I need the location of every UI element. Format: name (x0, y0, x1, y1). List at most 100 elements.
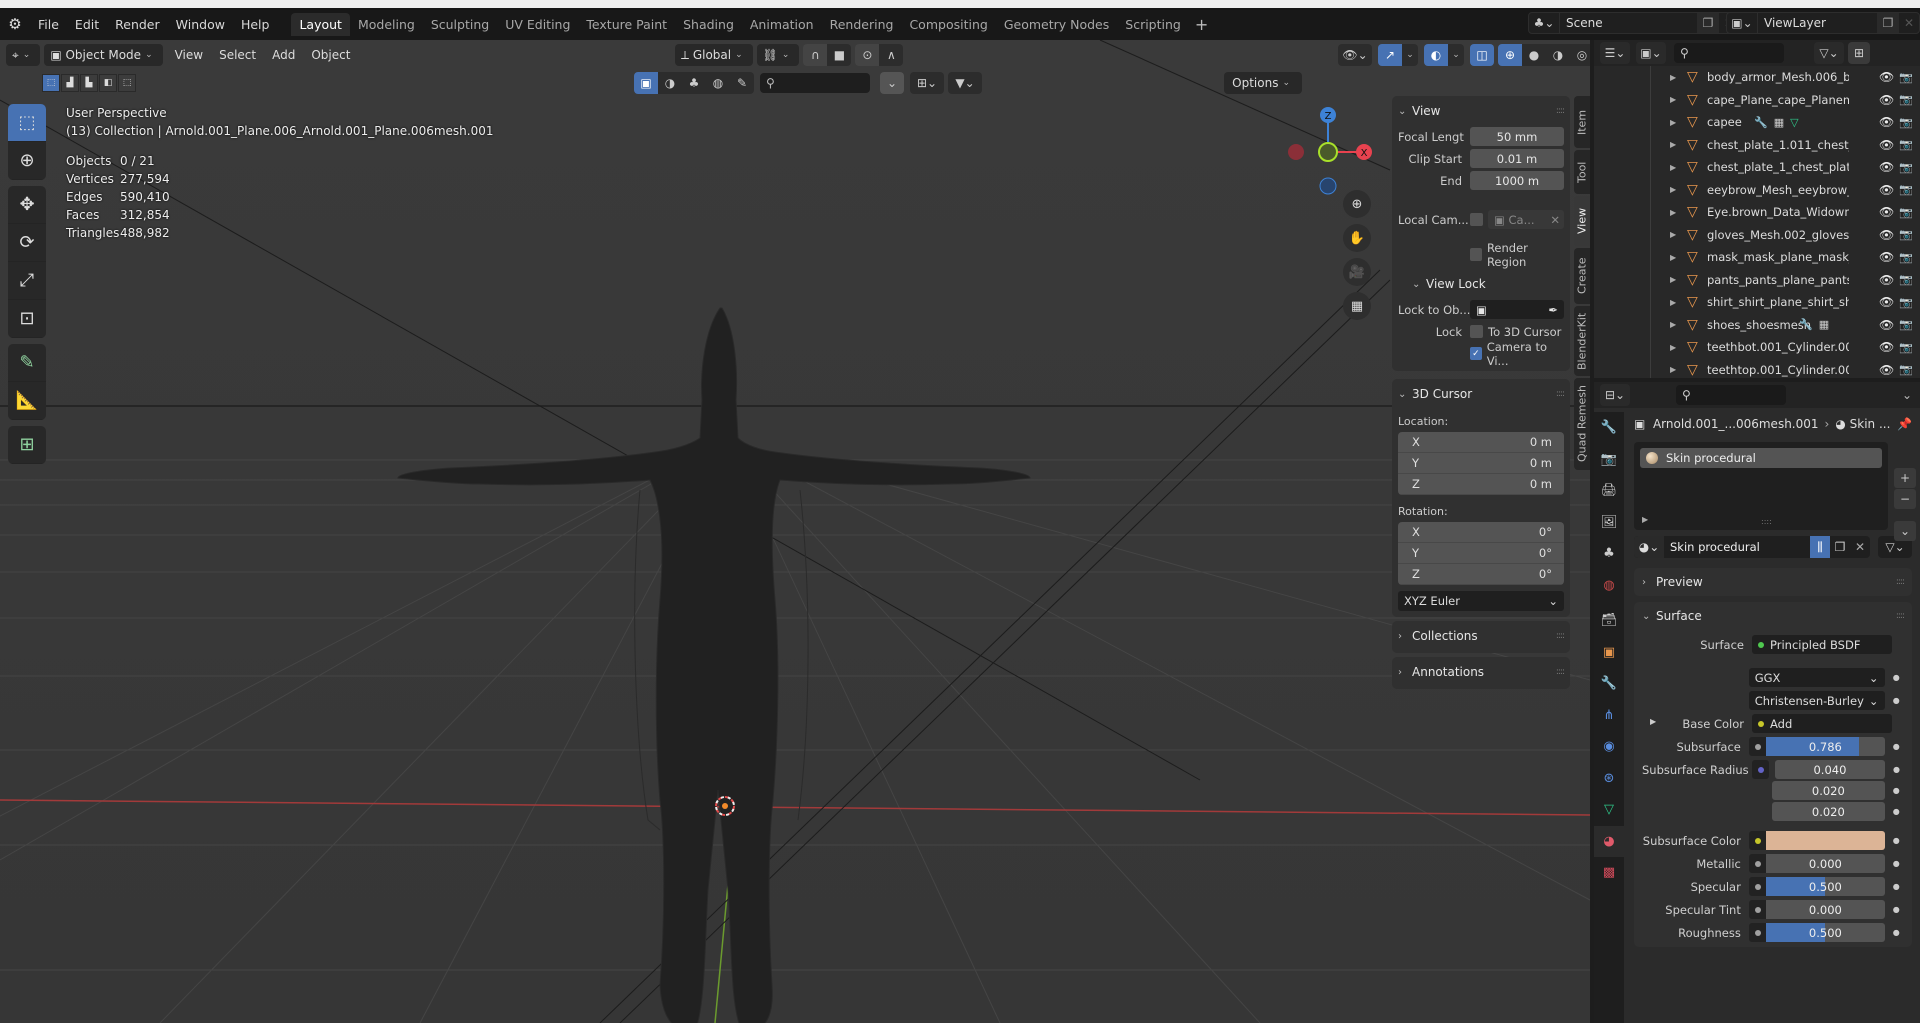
outliner-item[interactable]: ▶ ▽ Eye.brown_Data_Widowmake 👁 📷 (1594, 201, 1920, 224)
keyframe-dot[interactable]: ● (1889, 882, 1905, 891)
drag-grip-icon[interactable]: :::: (1556, 106, 1565, 116)
expand-triangle-icon[interactable]: ▶ (1670, 253, 1676, 262)
keyframe-dot[interactable]: ● (1889, 859, 1905, 868)
add-workspace-button[interactable]: + (1189, 15, 1214, 34)
cursor-tool[interactable]: ⊕ (8, 142, 46, 180)
expand-triangle-icon[interactable]: ▶ (1670, 73, 1676, 82)
particles-icon[interactable]: ▦ (1819, 318, 1829, 331)
menu-render[interactable]: Render (107, 17, 168, 32)
material-name-field[interactable]: Skin procedural (1664, 540, 1810, 554)
blender-logo-icon[interactable]: ⚙ (0, 15, 30, 33)
eye-icon[interactable]: 👁 (1879, 93, 1894, 107)
property-value-slider[interactable]: 0.000 (1766, 854, 1885, 873)
shading-solid[interactable]: ● (1522, 44, 1546, 66)
sidebar-tab-blenderkit[interactable]: BlenderKit (1574, 306, 1590, 376)
camera-view-icon[interactable]: 🎥 (1343, 258, 1371, 286)
outliner-item-name[interactable]: cape_Plane_cape_Planemesh (1707, 93, 1849, 107)
outliner-item[interactable]: ▶ ▽ capee 👁 📷 🔧 ▦ ▽ (1594, 111, 1920, 134)
tab-modeling[interactable]: Modeling (350, 13, 423, 36)
filter-lights-icon[interactable]: ♣ (682, 72, 706, 94)
collections-header[interactable]: › Collections:::: (1398, 625, 1565, 647)
property-value-slider[interactable]: 0.500 (1766, 923, 1885, 942)
browse-material-icon[interactable]: ◕⌄ (1634, 536, 1664, 558)
lock-to-object-field[interactable]: ▣ ✒ (1470, 300, 1564, 319)
camera-render-icon[interactable]: 📷 (1899, 228, 1913, 241)
xray-toggle[interactable]: ◫ (1470, 44, 1494, 66)
viewport-menu-view[interactable]: View (167, 48, 211, 62)
pan-hand-icon[interactable]: ✋ (1343, 224, 1371, 252)
constraints-tab-icon[interactable]: ⊛ (1594, 763, 1624, 795)
cursor-location-y[interactable]: Y0 m (1398, 453, 1564, 474)
select-intersect-icon[interactable]: ⬚ (118, 74, 136, 92)
outliner-item-name[interactable]: chest_plate_1.011_chest_plat (1707, 138, 1849, 152)
vector-socket[interactable] (1752, 760, 1770, 779)
rotate-tool[interactable]: ⟳ (8, 224, 46, 262)
eye-icon[interactable]: 👁 (1879, 183, 1894, 197)
select-box-tool[interactable]: ⬚ (8, 104, 46, 142)
outliner-item[interactable]: ▶ ▽ eeybrow_Mesh_eeybrow_Mesl 👁 📷 (1594, 179, 1920, 202)
remove-slot-button[interactable]: − (1894, 489, 1916, 509)
ortho-grid-icon[interactable]: ▦ (1343, 292, 1371, 320)
expand-triangle-icon[interactable]: ▶ (1670, 320, 1676, 329)
tool-tab-icon[interactable]: 🔧 (1594, 412, 1624, 444)
expand-triangle-icon[interactable]: ▶ (1670, 208, 1676, 217)
camera-render-icon[interactable]: 📷 (1899, 116, 1913, 129)
sidebar-tab-quad-remesh[interactable]: Quad Remesh (1574, 378, 1590, 470)
base-color-link[interactable]: Add (1752, 714, 1892, 733)
sidebar-tab-view[interactable]: View (1574, 196, 1590, 246)
outliner-search-input[interactable]: ⚲ (1674, 43, 1784, 63)
camera-render-icon[interactable]: 📷 (1899, 251, 1913, 264)
new-collection-icon[interactable]: ⊞ (1848, 42, 1870, 64)
view-layer-selector[interactable]: ▣⌄ ViewLayer ❐ ✕ (1726, 12, 1920, 34)
scene-tab-icon[interactable]: ♣ (1594, 538, 1624, 570)
mode-selector[interactable]: ▣ Object Mode ⌄ (44, 44, 163, 66)
outliner-item[interactable]: ▶ ▽ gloves_Mesh.002_gloves_Mes 👁 📷 (1594, 224, 1920, 247)
measure-tool[interactable]: 📐 (8, 382, 46, 420)
expand-triangle-icon[interactable]: ▶ (1642, 515, 1648, 524)
pin-icon[interactable]: 📌 (1897, 417, 1918, 431)
gizmo-dropdown[interactable]: ⌄ (1402, 44, 1418, 66)
outliner-item-name[interactable]: teethtop.001_Cylinder.007_te (1707, 363, 1849, 377)
filter-materials-icon[interactable]: ◑ (658, 72, 682, 94)
menu-window[interactable]: Window (168, 17, 233, 32)
drag-grip-icon[interactable]: :::: (1896, 611, 1905, 621)
camera-render-icon[interactable]: 📷 (1899, 71, 1913, 84)
scene-name[interactable]: Scene (1559, 13, 1697, 33)
outliner-item-name[interactable]: chest_plate_1_chest_plate_2_ (1707, 160, 1849, 174)
clip-start-field[interactable]: 0.01 m (1470, 149, 1564, 168)
rotation-mode-select[interactable]: XYZ Euler ⌄ (1398, 591, 1564, 611)
collection-tab-icon[interactable]: 🗃 (1594, 605, 1624, 637)
camera-render-icon[interactable]: 📷 (1899, 138, 1913, 151)
outliner-item-name[interactable]: gloves_Mesh.002_gloves_Mes (1707, 228, 1849, 242)
surface-shader-field[interactable]: Principled BSDF (1752, 635, 1892, 654)
expand-triangle-icon[interactable]: ▶ (1670, 163, 1676, 172)
viewport-menu-add[interactable]: Add (264, 48, 303, 62)
cursor-location-z[interactable]: Z0 m (1398, 474, 1564, 495)
tab-texture-paint[interactable]: Texture Paint (578, 13, 675, 36)
particles-tab-icon[interactable]: ⋔ (1594, 700, 1624, 732)
camera-render-icon[interactable]: 📷 (1899, 183, 1913, 196)
camera-render-icon[interactable]: 📷 (1899, 273, 1913, 286)
camera-render-icon[interactable]: 📷 (1899, 296, 1913, 309)
physics-tab-icon[interactable]: ◉ (1594, 731, 1624, 763)
expand-triangle-icon[interactable]: ▶ (1642, 717, 1656, 726)
proportional-edit-toggle[interactable]: ⊙ (855, 44, 880, 66)
add-slot-button[interactable]: + (1894, 468, 1916, 488)
expand-triangle-icon[interactable]: ▶ (1670, 298, 1676, 307)
filter-funnel-button[interactable]: ▼⌄ (948, 72, 982, 94)
sidebar-tab-create[interactable]: Create (1574, 248, 1590, 304)
drag-grip-icon[interactable]: :::: (1556, 631, 1565, 641)
slot-specials-button[interactable]: ⌄ (1894, 521, 1916, 541)
chevron-down-icon[interactable]: ⌄ (1902, 388, 1912, 402)
render-region-checkbox[interactable] (1470, 248, 1482, 261)
tab-compositing[interactable]: Compositing (901, 13, 995, 36)
eye-icon[interactable]: 👁 (1879, 160, 1894, 174)
keyframe-dot[interactable]: ● (1889, 836, 1905, 845)
outliner-item-name[interactable]: Eye.brown_Data_Widowmake (1707, 205, 1849, 219)
data-tab-icon[interactable]: ▽ (1594, 794, 1624, 826)
cursor-rotation-x[interactable]: X 0° (1398, 522, 1564, 543)
tab-layout[interactable]: Layout (291, 12, 350, 36)
viewport-search-input[interactable]: ⚲ (760, 73, 870, 93)
delete-view-layer-icon[interactable]: ✕ (1899, 16, 1919, 30)
focal-length-field[interactable]: 50 mm (1470, 127, 1564, 146)
